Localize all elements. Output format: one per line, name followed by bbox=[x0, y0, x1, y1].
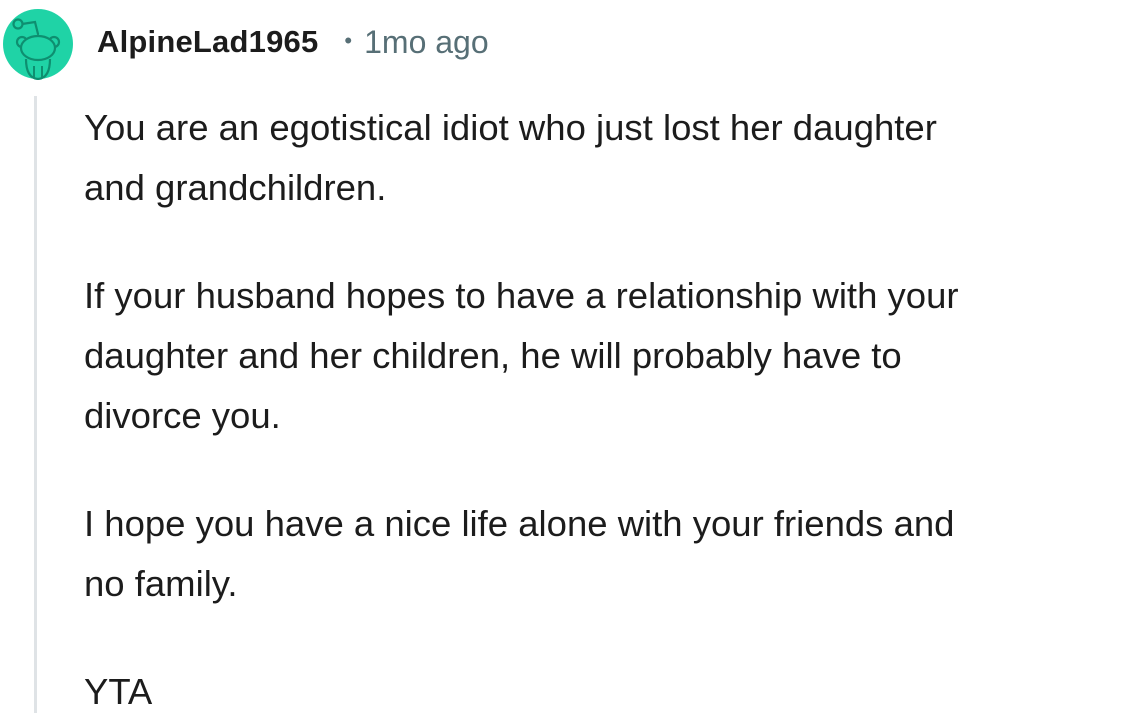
comment-text-line: daughter and her children, he will proba… bbox=[84, 335, 902, 376]
comment-paragraph: YTA bbox=[84, 662, 1132, 722]
comment-body: You are an egotistical idiot who just lo… bbox=[84, 98, 1132, 722]
comment-text-line: If your husband hopes to have a relation… bbox=[84, 275, 959, 316]
comment-paragraph: I hope you have a nice life alone with y… bbox=[84, 494, 1132, 614]
comment-text-line: no family. bbox=[84, 563, 238, 604]
username-link[interactable]: AlpineLad1965 bbox=[97, 24, 318, 60]
comment-text-line: YTA bbox=[84, 671, 153, 712]
timestamp-link[interactable]: 1mo ago bbox=[364, 24, 489, 61]
comment-text-line: divorce you. bbox=[84, 395, 281, 436]
reddit-snoo-avatar-icon bbox=[3, 9, 73, 81]
comment-text-line: and grandchildren. bbox=[84, 167, 387, 208]
comment-meta: AlpineLad1965 • 1mo ago bbox=[97, 20, 489, 64]
avatar[interactable] bbox=[2, 8, 74, 81]
comment: AlpineLad1965 • 1mo ago You are an egoti… bbox=[0, 0, 1134, 713]
separator-dot: • bbox=[344, 28, 353, 53]
comment-paragraph: If your husband hopes to have a relation… bbox=[84, 266, 1132, 446]
comment-paragraph: You are an egotistical idiot who just lo… bbox=[84, 98, 1132, 218]
comment-text-line: You are an egotistical idiot who just lo… bbox=[84, 107, 937, 148]
comment-text-line: I hope you have a nice life alone with y… bbox=[84, 503, 955, 544]
thread-collapse-line[interactable] bbox=[34, 96, 37, 713]
